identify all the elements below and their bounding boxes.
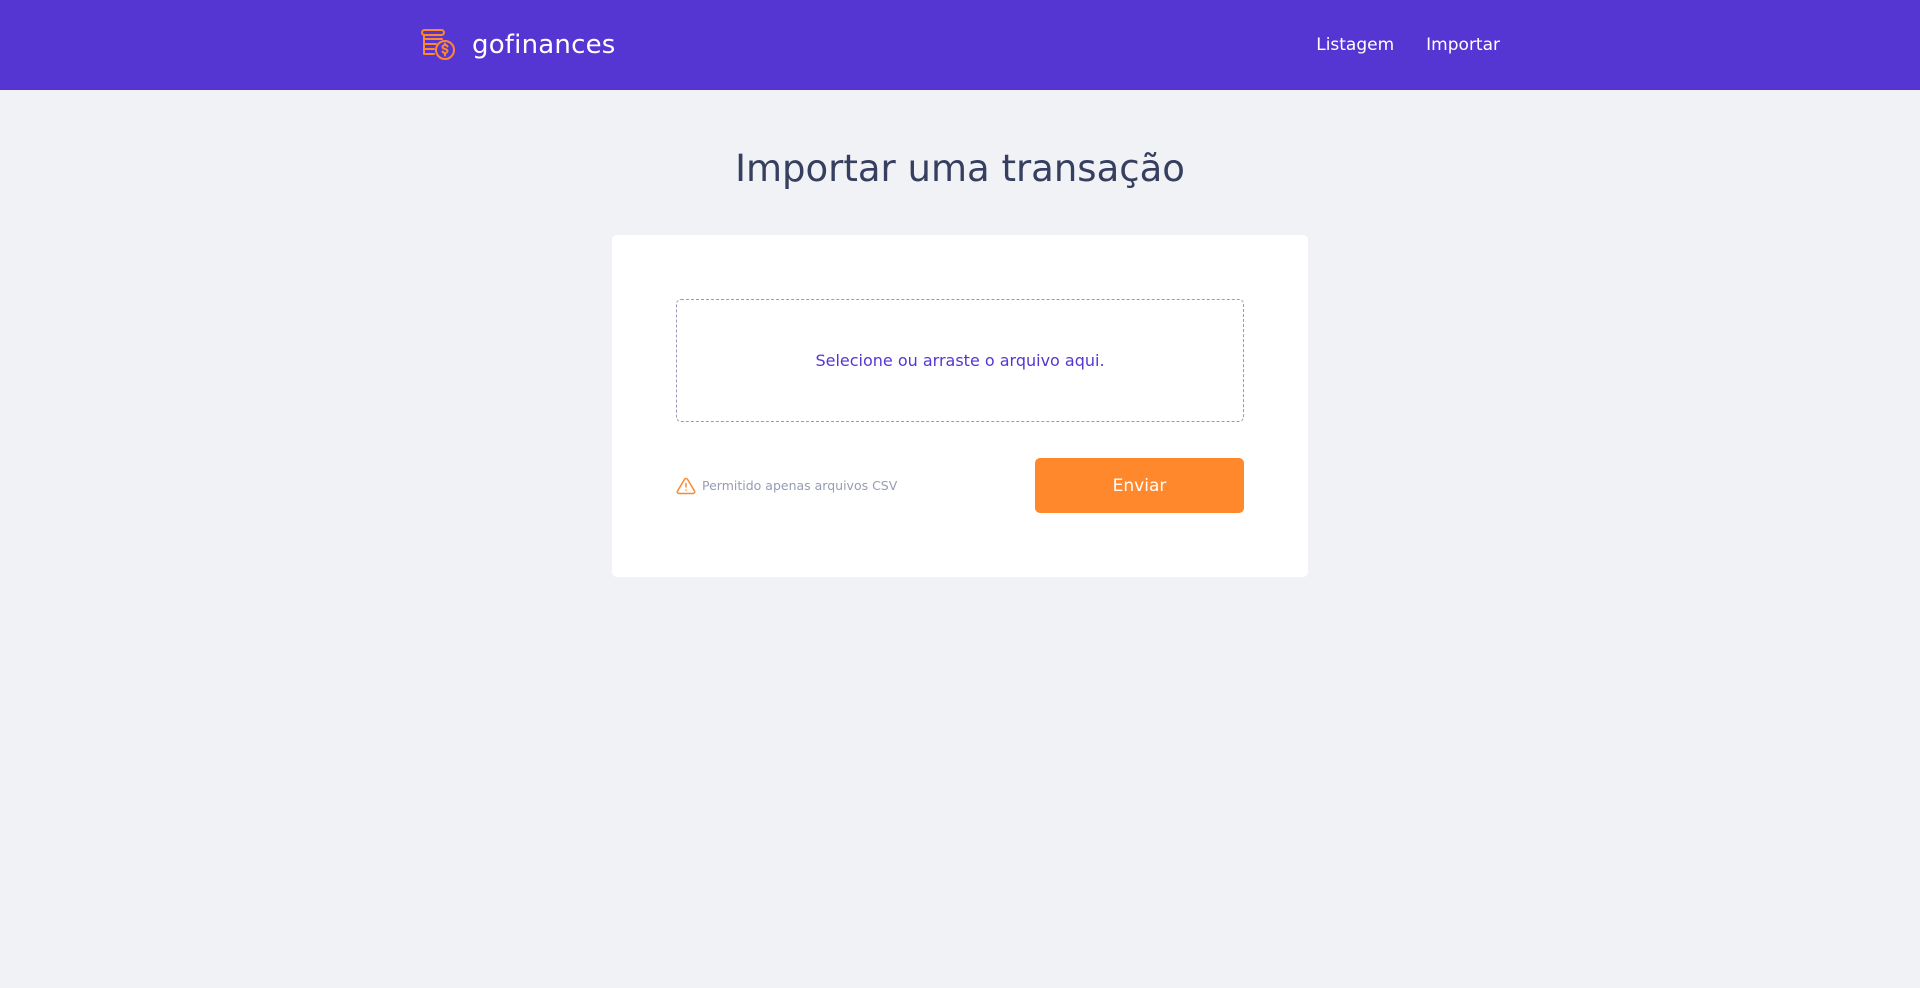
- header-inner: gofinances Listagem Importar: [400, 0, 1520, 90]
- alert-triangle-icon: [676, 476, 696, 496]
- hint-text: Permitido apenas arquivos CSV: [702, 478, 898, 493]
- send-button[interactable]: Enviar: [1035, 458, 1244, 513]
- brand-name: gofinances: [472, 30, 616, 60]
- dropzone-text: Selecione ou arraste o arquivo aqui.: [815, 351, 1105, 370]
- coins-dollar-icon: [420, 28, 458, 62]
- file-dropzone[interactable]: Selecione ou arraste o arquivo aqui.: [676, 299, 1244, 422]
- import-card: Selecione ou arraste o arquivo aqui. Per…: [612, 235, 1308, 577]
- card-footer: Permitido apenas arquivos CSV Enviar: [676, 458, 1244, 513]
- brand-logo[interactable]: gofinances: [420, 28, 616, 62]
- file-type-hint: Permitido apenas arquivos CSV: [676, 476, 897, 496]
- page-title: Importar uma transação: [735, 147, 1185, 190]
- nav-link-importar[interactable]: Importar: [1426, 35, 1500, 55]
- main-content: Importar uma transação Selecione ou arra…: [0, 90, 1920, 577]
- main-nav: Listagem Importar: [1316, 35, 1500, 55]
- nav-link-listagem[interactable]: Listagem: [1316, 35, 1394, 55]
- app-header: gofinances Listagem Importar: [0, 0, 1920, 90]
